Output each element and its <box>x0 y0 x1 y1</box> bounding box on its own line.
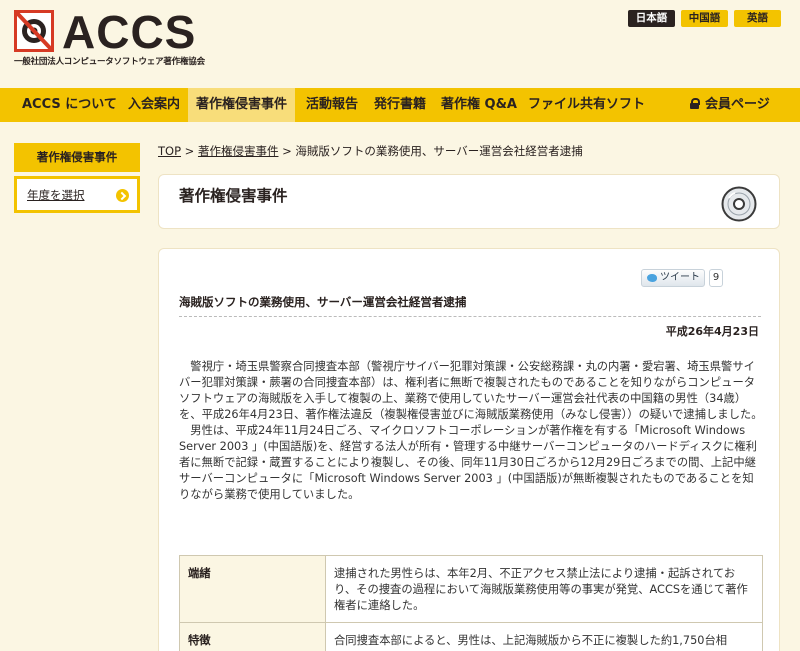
table-value: 合同捜査本部によると、男性は、上記海賊版から不正に複製した約1,750台相 <box>325 622 763 651</box>
nav-membership[interactable]: 入会案内 <box>128 88 180 122</box>
page-title-box: 著作権侵害事件 <box>158 174 780 229</box>
nav-about[interactable]: ACCS について <box>22 88 117 122</box>
tweet-button[interactable]: ツイート <box>641 269 705 287</box>
logo-text: ACCS <box>62 6 197 58</box>
lang-japanese-button[interactable]: 日本語 <box>628 10 675 27</box>
article-headline: 海賊版ソフトの業務使用、サーバー運営会社経営者逮捕 <box>179 295 467 309</box>
lock-icon <box>690 98 700 109</box>
article-date: 平成26年4月23日 <box>665 325 759 338</box>
lang-english-button[interactable]: 英語 <box>734 10 781 27</box>
article-panel: ツイート 9 海賊版ソフトの業務使用、サーバー運営会社経営者逮捕 平成26年4月… <box>158 248 780 651</box>
breadcrumb-section[interactable]: 著作権侵害事件 <box>198 144 279 158</box>
article-body: 警視庁・埼玉県警察合同捜査本部（警視庁サイバー犯罪対策課・公安総務課・丸の内署・… <box>179 359 763 503</box>
case-info-table: 端緒 逮捕された男性らは、本年2月、不正アクセス禁止法により逮捕・起訴されており… <box>179 555 763 651</box>
article-paragraph: 男性は、平成24年11月24日ごろ、マイクロソフトコーポレーションが著作権を有す… <box>179 424 757 501</box>
table-key: 端緒 <box>179 555 326 623</box>
nav-members-page[interactable]: 会員ページ <box>690 88 770 122</box>
year-select-label: 年度を選択 <box>27 188 85 202</box>
nav-file-sharing[interactable]: ファイル共有ソフト <box>528 88 645 122</box>
page-title: 著作権侵害事件 <box>179 187 288 205</box>
breadcrumb: TOP > 著作権侵害事件 > 海賊版ソフトの業務使用、サーバー運営会社経営者逮… <box>158 143 583 159</box>
nav-activity-report[interactable]: 活動報告 <box>306 88 358 122</box>
disc-icon <box>721 186 757 222</box>
main-nav: ACCS について 入会案内 著作権侵害事件 活動報告 発行書籍 著作権 Q&A… <box>0 88 800 122</box>
logo-mark <box>14 10 54 52</box>
article-paragraph: 警視庁・埼玉県警察合同捜査本部（警視庁サイバー犯罪対策課・公安総務課・丸の内署・… <box>179 360 763 421</box>
members-label: 会員ページ <box>705 97 770 112</box>
breadcrumb-current: 海賊版ソフトの業務使用、サーバー運営会社経営者逮捕 <box>295 144 583 158</box>
logo-subtitle: 一般社団法人コンピュータソフトウェア著作権協会 <box>14 57 205 67</box>
twitter-bird-icon <box>647 274 657 282</box>
arrow-right-circle-icon <box>116 189 129 202</box>
breadcrumb-separator: > <box>278 144 296 158</box>
table-key: 特徴 <box>179 622 326 651</box>
nav-infringement-cases[interactable]: 著作権侵害事件 <box>188 88 296 122</box>
lang-chinese-button[interactable]: 中国語 <box>681 10 728 27</box>
breadcrumb-top[interactable]: TOP <box>158 144 181 158</box>
tweet-label: ツイート <box>660 272 700 283</box>
divider <box>179 316 761 317</box>
nav-copyright-qa[interactable]: 著作権 Q&A <box>441 88 517 122</box>
nav-publications[interactable]: 発行書籍 <box>374 88 426 122</box>
table-value: 逮捕された男性らは、本年2月、不正アクセス禁止法により逮捕・起訴されており、その… <box>325 555 763 623</box>
table-row: 特徴 合同捜査本部によると、男性は、上記海賊版から不正に複製した約1,750台相 <box>179 622 763 651</box>
breadcrumb-separator: > <box>181 144 198 158</box>
site-header: ACCS 一般社団法人コンピュータソフトウェア著作権協会 日本語 中国語 英語 <box>0 0 800 88</box>
table-row: 端緒 逮捕された男性らは、本年2月、不正アクセス禁止法により逮捕・起訴されており… <box>179 555 763 623</box>
tweet-count: 9 <box>709 269 723 287</box>
year-select-button[interactable]: 年度を選択 <box>14 176 140 213</box>
sidebar-title: 著作権侵害事件 <box>14 143 140 172</box>
accs-logo[interactable]: ACCS 一般社団法人コンピュータソフトウェア著作権協会 <box>14 6 205 70</box>
